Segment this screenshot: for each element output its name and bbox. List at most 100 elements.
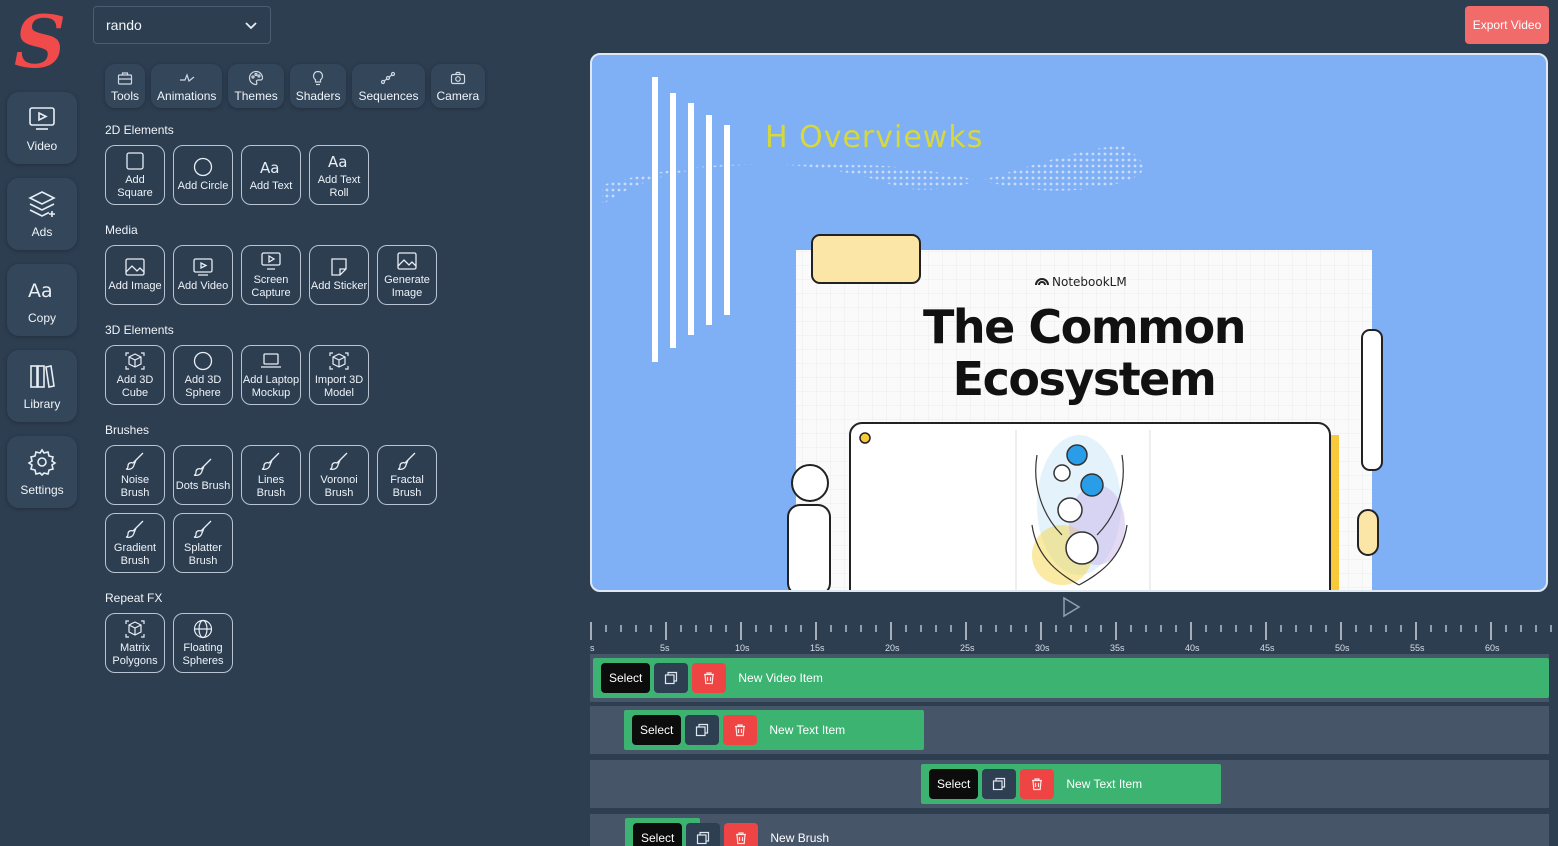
section-title-2d: 2D Elements — [105, 123, 174, 137]
tab-sequences[interactable]: Sequences — [352, 64, 425, 108]
ruler-tick-label: 45s — [1260, 643, 1275, 653]
cube-icon — [125, 619, 145, 638]
trash-icon — [704, 672, 715, 685]
duplicate-button[interactable] — [654, 663, 689, 693]
tool-label: Dots Brush — [175, 480, 231, 492]
floating-spheres-button[interactable]: Floating Spheres — [173, 613, 233, 673]
add-sticker-button[interactable]: Add Sticker — [309, 245, 369, 305]
nav-settings[interactable]: Settings — [7, 436, 77, 508]
add-3d-cube-button[interactable]: Add 3D Cube — [105, 345, 165, 405]
export-video-button[interactable]: Export Video — [1465, 6, 1549, 44]
duplicate-button[interactable] — [685, 715, 720, 745]
nav-label: Ads — [31, 225, 53, 239]
lines-brush-button[interactable]: Lines Brush — [241, 445, 301, 505]
monitor-icon — [261, 251, 281, 270]
preview-canvas[interactable]: H Overviewks NotebookLM The Common Ecosy… — [590, 53, 1548, 592]
tab-label: Sequences — [358, 88, 419, 103]
dots-brush-button[interactable]: Dots Brush — [173, 445, 233, 505]
select-button[interactable]: Select — [929, 769, 979, 799]
toolbox-icon — [117, 71, 133, 85]
tool-label: Add 3D Sphere — [184, 373, 222, 399]
timeline-track[interactable]: Select New Brush — [590, 814, 1549, 846]
brush-icon — [397, 452, 416, 470]
add-image-button[interactable]: Add Image — [105, 245, 165, 305]
noise-brush-button[interactable]: Noise Brush — [105, 445, 165, 505]
tool-label: Add 3D Cube — [116, 373, 154, 399]
app-logo: S — [10, 0, 74, 84]
splatter-brush-button[interactable]: Splatter Brush — [173, 513, 233, 573]
image-icon — [125, 258, 145, 276]
delete-button[interactable] — [723, 715, 758, 745]
tab-themes[interactable]: Themes — [228, 64, 284, 108]
add-square-button[interactable]: Add Square — [105, 145, 165, 205]
ruler-tick-label: 35s — [1110, 643, 1125, 653]
tool-label: Add Laptop Mockup — [242, 373, 300, 399]
select-button[interactable]: Select — [601, 663, 651, 693]
tool-label: Splatter Brush — [184, 541, 222, 567]
timeline-clip[interactable]: Select New Video Item — [593, 658, 1549, 698]
nav-label: Video — [26, 139, 58, 153]
laptop-icon — [261, 352, 281, 368]
add-laptop-mockup-button[interactable]: Add Laptop Mockup — [241, 345, 301, 405]
generate-image-button[interactable]: Generate Image — [377, 245, 437, 305]
nav-video[interactable]: Video — [7, 92, 77, 164]
globe-icon — [193, 619, 213, 638]
nav-ads[interactable]: Ads — [7, 178, 77, 250]
nav-copy[interactable]: Aa Copy — [7, 264, 77, 336]
cube-icon — [125, 351, 145, 370]
add-text-roll-button[interactable]: Aa Add Text Roll — [309, 145, 369, 205]
add-video-button[interactable]: Add Video — [173, 245, 233, 305]
brush-icon — [125, 452, 144, 470]
tool-tabs: Tools Animations Themes Shaders Sequence… — [105, 64, 486, 108]
nav-library[interactable]: Library — [7, 350, 77, 422]
trash-icon — [736, 832, 747, 845]
grid-brushes: Noise Brush Dots Brush Lines Brush Voron… — [105, 445, 445, 573]
select-button[interactable]: Select — [633, 823, 683, 846]
timeline-clip[interactable]: Select New Text Item — [921, 764, 1221, 804]
tab-tools[interactable]: Tools — [105, 64, 146, 108]
brush-icon — [329, 452, 348, 470]
chevron-down-icon — [245, 22, 257, 30]
voronoi-brush-button[interactable]: Voronoi Brush — [309, 445, 369, 505]
tab-camera[interactable]: Camera — [430, 64, 486, 108]
tool-label: Add Square — [117, 173, 153, 199]
matrix-polygons-button[interactable]: Matrix Polygons — [105, 613, 165, 673]
delete-button[interactable] — [692, 663, 727, 693]
square-icon — [126, 151, 144, 170]
library-icon — [30, 365, 55, 388]
ruler-tick-label: 25s — [960, 643, 975, 653]
timeline-ruler[interactable]: s 5s 10s 15s 20s 25s 30s 35s 40s 45s 50s 55s 60s — [590, 620, 1552, 656]
tool-label: Add Sticker — [310, 280, 368, 292]
ruler-tick-label: s — [590, 643, 595, 653]
layers-icon — [28, 191, 56, 217]
tab-label: Camera — [436, 88, 480, 103]
timeline-clip[interactable]: Select New Text Item — [624, 710, 924, 750]
add-text-button[interactable]: Aa Add Text — [241, 145, 301, 205]
tab-shaders[interactable]: Shaders — [289, 64, 347, 108]
project-select[interactable]: rando — [93, 6, 271, 44]
timeline-track[interactable]: Select New Video Item — [590, 654, 1549, 702]
trash-icon — [1032, 778, 1043, 791]
grid-2d-elements: Add Square Add Circle Aa Add Text Aa Add… — [105, 145, 445, 205]
select-button[interactable]: Select — [632, 715, 682, 745]
delete-button[interactable] — [1020, 769, 1055, 799]
delete-button[interactable] — [724, 823, 759, 846]
timeline-track[interactable]: Select New Text Item — [590, 760, 1549, 808]
tab-animations[interactable]: Animations — [151, 64, 223, 108]
preview-scene: H Overviewks NotebookLM The Common Ecosy… — [602, 77, 1383, 590]
play-button[interactable] — [1060, 596, 1082, 618]
tool-label: Add Text — [249, 180, 293, 192]
ruler-tick-label: 55s — [1410, 643, 1425, 653]
import-3d-model-button[interactable]: Import 3D Model — [309, 345, 369, 405]
add-circle-button[interactable]: Add Circle — [173, 145, 233, 205]
timeline-clip[interactable]: Select New Brush — [625, 818, 829, 846]
ruler-tick-label: 50s — [1335, 643, 1350, 653]
duplicate-button[interactable] — [686, 823, 721, 846]
screen-capture-button[interactable]: Screen Capture — [241, 245, 301, 305]
gradient-brush-button[interactable]: Gradient Brush — [105, 513, 165, 573]
ruler-tick-label: 60s — [1485, 643, 1500, 653]
timeline-track[interactable]: Select New Text Item — [590, 706, 1549, 754]
duplicate-button[interactable] — [982, 769, 1017, 799]
add-3d-sphere-button[interactable]: Add 3D Sphere — [173, 345, 233, 405]
fractal-brush-button[interactable]: Fractal Brush — [377, 445, 437, 505]
